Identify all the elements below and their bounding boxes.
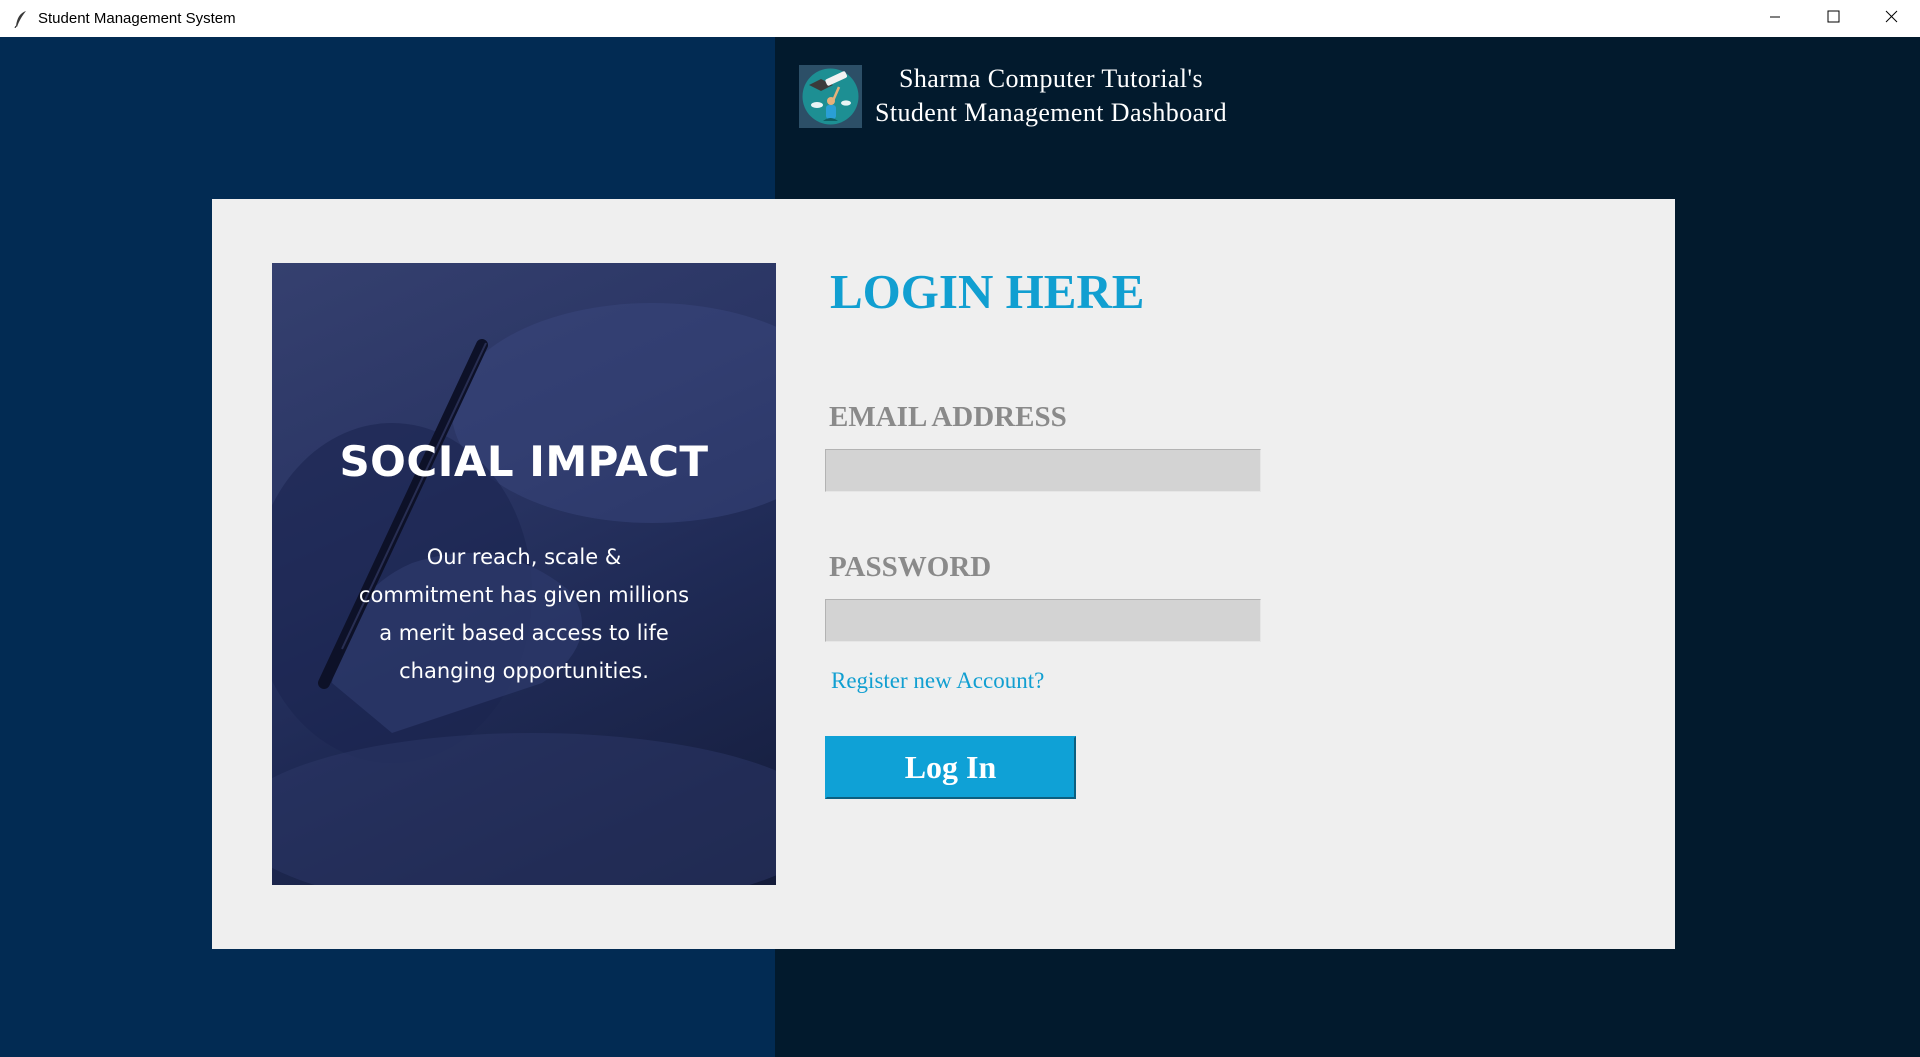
window-title: Student Management System xyxy=(38,10,236,27)
promo-body: Our reach, scale & commitment has given … xyxy=(272,538,776,690)
promo-body-line: commitment has given millions xyxy=(358,583,690,607)
window-titlebar: Student Management System xyxy=(0,0,1920,37)
minimize-button[interactable] xyxy=(1746,0,1804,37)
maximize-button[interactable] xyxy=(1804,0,1862,37)
feather-icon xyxy=(13,10,29,28)
window-controls xyxy=(1746,0,1920,37)
login-heading: LOGIN HERE xyxy=(830,264,1145,319)
promo-image: SOCIAL IMPACT Our reach, scale & commitm… xyxy=(272,263,776,885)
password-field[interactable] xyxy=(825,599,1261,642)
register-account-link[interactable]: Register new Account? xyxy=(831,668,1044,694)
password-label: PASSWORD xyxy=(829,551,992,583)
email-field[interactable] xyxy=(825,449,1261,492)
login-button[interactable]: Log In xyxy=(825,736,1076,799)
promo-body-line: Our reach, scale & xyxy=(426,545,622,569)
maximize-icon xyxy=(1827,10,1840,28)
graduate-telescope-icon xyxy=(799,64,862,128)
promo-body-line: changing opportunities. xyxy=(399,659,649,683)
minimize-icon xyxy=(1769,10,1781,28)
close-icon xyxy=(1885,10,1898,28)
close-button[interactable] xyxy=(1862,0,1920,37)
header-title-line2: Student Management Dashboard xyxy=(875,98,1228,127)
dashboard-header: Sharma Computer Tutorial's Student Manag… xyxy=(799,62,1227,130)
header-title-line1: Sharma Computer Tutorial's xyxy=(899,64,1203,93)
email-label: EMAIL ADDRESS xyxy=(829,401,1067,433)
promo-title: SOCIAL IMPACT xyxy=(339,437,709,486)
login-card: SOCIAL IMPACT Our reach, scale & commitm… xyxy=(212,199,1675,949)
header-title: Sharma Computer Tutorial's Student Manag… xyxy=(875,62,1227,130)
promo-body-line: a merit based access to life xyxy=(379,621,669,645)
